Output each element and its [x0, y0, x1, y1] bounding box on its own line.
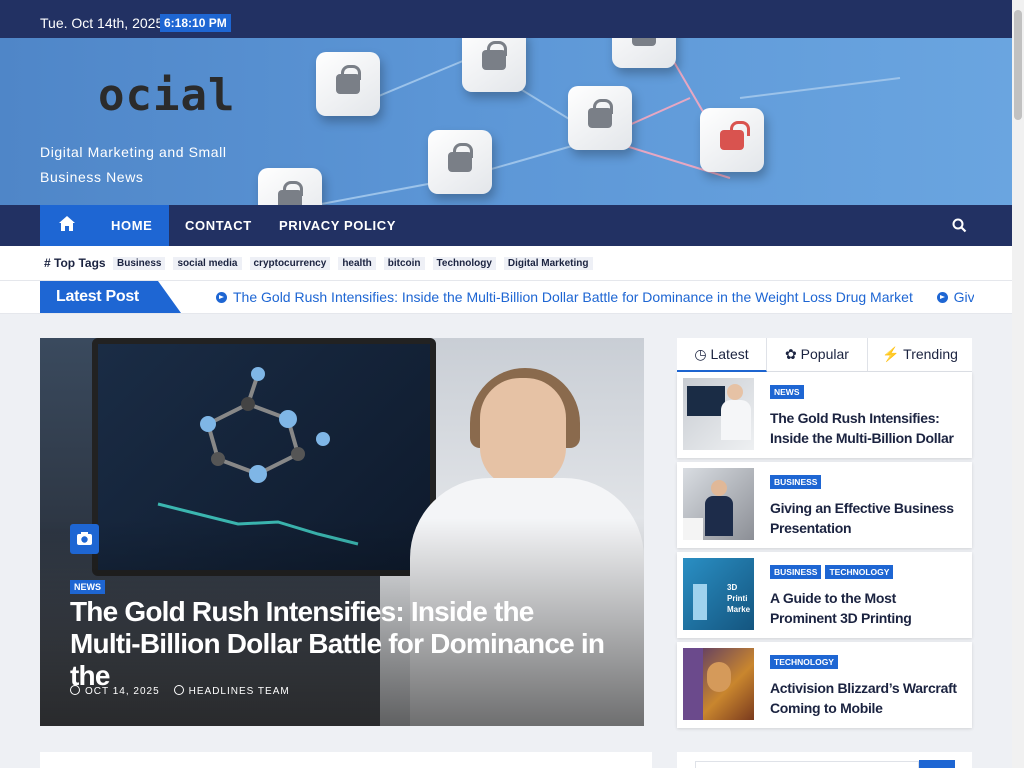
lock-cube-graphic: [316, 52, 380, 116]
tag-link[interactable]: Business: [113, 257, 166, 270]
ticker-item[interactable]: Giving an Effe: [936, 289, 974, 305]
sidebar-post-title[interactable]: Activision Blizzard’s Warcraft Coming to…: [770, 678, 960, 718]
bolt-icon: ⚡: [882, 346, 900, 362]
lock-cube-graphic: [568, 86, 632, 150]
page-scrollbar[interactable]: [1012, 0, 1024, 768]
nav-item-privacy-policy[interactable]: PRIVACY POLICY: [262, 205, 413, 246]
sidebar-post-title[interactable]: Giving an Effective Business Presentatio…: [770, 498, 960, 538]
fire-icon: ✿: [785, 346, 797, 362]
arrow-circle-right-icon: [936, 292, 948, 303]
category-badge[interactable]: TECHNOLOGY: [825, 565, 894, 579]
featured-post-title[interactable]: The Gold Rush Intensifies: Inside the Mu…: [70, 596, 610, 692]
featured-post[interactable]: NEWS The Gold Rush Intensifies: Inside t…: [40, 338, 644, 726]
site-logo-text: ocial: [98, 70, 236, 121]
tag-link[interactable]: Digital Marketing: [503, 257, 593, 270]
lock-cube-graphic: [258, 168, 322, 205]
tab-trending[interactable]: ⚡ Trending: [868, 338, 972, 372]
top-bar: Tue. Oct 14th, 2025 6:18:10 PM: [0, 0, 1012, 38]
search-input[interactable]: [695, 761, 919, 768]
tab-popular[interactable]: ✿ Popular: [767, 338, 868, 372]
main-nav: HOME CONTACT PRIVACY POLICY: [0, 205, 1012, 246]
sidebar-post-title[interactable]: The Gold Rush Intensifies: Inside the Mu…: [770, 408, 960, 448]
latest-post-label: Latest Post: [40, 281, 181, 313]
sidebar-post-card[interactable]: BUSINESS Giving an Effective Business Pr…: [677, 462, 972, 548]
current-date: Tue. Oct 14th, 2025: [40, 15, 164, 31]
tag-link[interactable]: health: [338, 257, 376, 270]
post-author[interactable]: HEADLINES TEAM: [173, 685, 290, 697]
tag-link[interactable]: Technology: [432, 257, 496, 270]
clock-icon: [70, 685, 80, 695]
hashtag-icon: #: [44, 256, 55, 270]
post-thumbnail[interactable]: 3D Printi Marke: [683, 558, 754, 630]
search-button[interactable]: [919, 760, 955, 768]
post-thumbnail[interactable]: [683, 378, 754, 450]
post-thumbnail[interactable]: [683, 468, 754, 540]
lock-cube-graphic: [428, 130, 492, 194]
category-badge[interactable]: BUSINESS: [770, 565, 822, 579]
category-badge[interactable]: TECHNOLOGY: [770, 655, 838, 669]
top-tags-list: Business social media cryptocurrency hea…: [113, 257, 593, 270]
lock-cube-graphic: [612, 38, 676, 68]
scrollbar-thumb[interactable]: [1014, 10, 1022, 120]
ticker-item[interactable]: The Gold Rush Intensifies: Inside the Mu…: [216, 289, 913, 305]
tag-link[interactable]: cryptocurrency: [249, 257, 331, 270]
sidebar-tabs-widget: ◷ Latest ✿ Popular ⚡ Trending NEWS The G…: [677, 338, 972, 728]
post-thumbnail[interactable]: [683, 648, 754, 720]
lock-cube-graphic: [462, 38, 526, 92]
latest-post-ticker: Latest Post The Gold Rush Intensifies: I…: [0, 281, 1012, 314]
nav-item-home[interactable]: HOME: [94, 205, 170, 246]
search-widget: [677, 752, 972, 768]
home-icon: [59, 216, 75, 231]
sidebar-tab-bar: ◷ Latest ✿ Popular ⚡ Trending: [677, 338, 972, 372]
clock-icon: ◷: [694, 346, 707, 362]
search-icon[interactable]: [952, 218, 967, 233]
nav-item-contact[interactable]: CONTACT: [168, 205, 269, 246]
sidebar-post-card[interactable]: NEWS The Gold Rush Intensifies: Inside t…: [677, 372, 972, 458]
sidebar-post-card[interactable]: 3D Printi Marke BUSINESS TECHNOLOGY A Gu…: [677, 552, 972, 638]
sidebar-post-card[interactable]: TECHNOLOGY Activision Blizzard’s Warcraf…: [677, 642, 972, 728]
post-date[interactable]: OCT 14, 2025: [70, 685, 160, 697]
category-badge[interactable]: NEWS: [70, 580, 105, 594]
tag-link[interactable]: social media: [173, 257, 242, 270]
nav-home-icon-button[interactable]: [40, 205, 94, 246]
site-tagline: Digital Marketing and Small Business New…: [40, 144, 227, 185]
top-tags-bar: # Top Tags Business social media cryptoc…: [0, 246, 1012, 281]
category-badge[interactable]: NEWS: [770, 385, 804, 399]
camera-icon: [70, 524, 99, 554]
arrow-circle-right-icon: [216, 292, 227, 303]
tag-link[interactable]: bitcoin: [383, 257, 425, 270]
header-banner: ocial Digital Marketing and Small Busine…: [0, 38, 1012, 205]
user-icon: [173, 685, 184, 695]
top-tags-label: # Top Tags: [44, 256, 106, 270]
sidebar-post-title[interactable]: A Guide to the Most Prominent 3D Printin…: [770, 588, 960, 628]
category-badge[interactable]: BUSINESS: [770, 475, 822, 489]
ticker-news-list: The Gold Rush Intensifies: Inside the Mu…: [216, 289, 974, 305]
content-panel: [40, 752, 652, 768]
current-time: 6:18:10 PM: [160, 14, 231, 32]
unlocked-cube-graphic: [700, 108, 764, 172]
tab-latest[interactable]: ◷ Latest: [677, 338, 767, 372]
featured-post-meta: OCT 14, 2025 HEADLINES TEAM: [70, 685, 290, 697]
